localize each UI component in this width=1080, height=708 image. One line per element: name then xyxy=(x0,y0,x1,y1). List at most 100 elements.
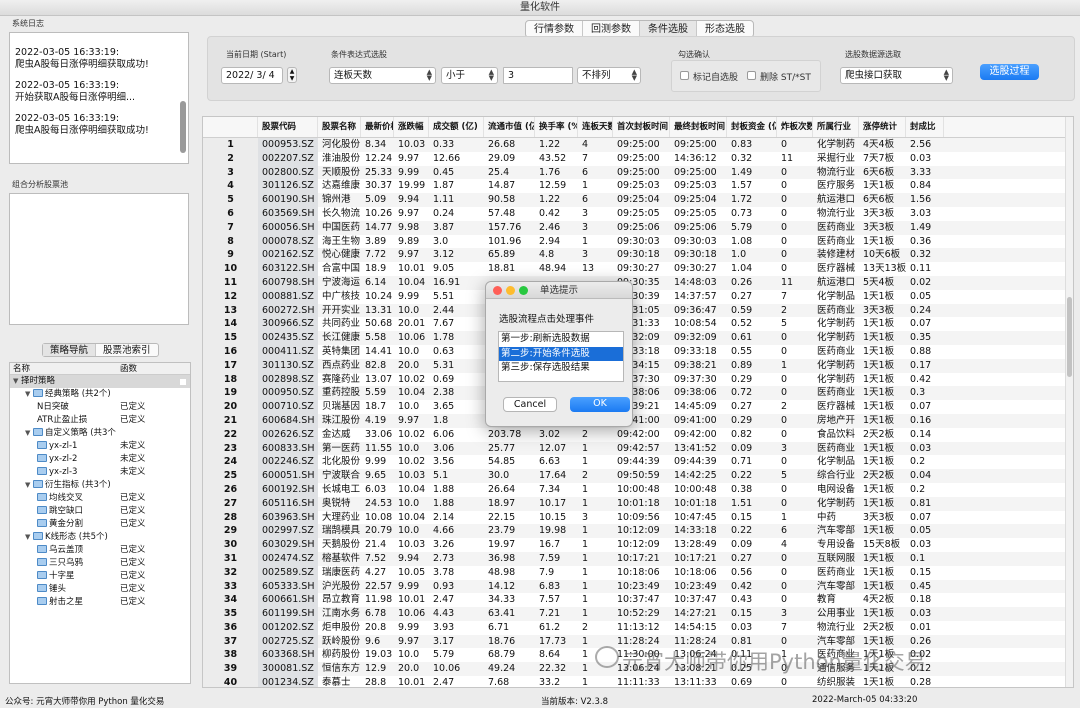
source-select[interactable]: 爬虫接口获取 ▲ ▼ xyxy=(840,67,953,84)
select-process-button[interactable]: 选股过程 xyxy=(980,64,1039,80)
tree-node[interactable]: 锤头 已定义 xyxy=(10,583,190,596)
table-scrollbar[interactable] xyxy=(1065,117,1073,687)
tree-node[interactable]: 均线交叉 已定义 xyxy=(10,492,190,505)
tree-node[interactable]: 乌云盖顶 已定义 xyxy=(10,544,190,557)
table-row[interactable]: 22 002626.SZ 金达威 33.06 10.02 6.06 203.78 3.02 2 0… xyxy=(203,427,1073,442)
table-row[interactable]: 11 600798.SH 宁波海运 6.14 10.04 16.91 09:30:35 14:… xyxy=(203,275,1073,290)
tree-node[interactable]: ▼ 衍生指标 (共3个) xyxy=(10,479,190,492)
table-row[interactable]: 21 600684.SH 珠江股份 4.19 9.97 1.8 09:41:00 09:41:… xyxy=(203,413,1073,428)
cond-sort-select[interactable]: 不排列 ▲ ▼ xyxy=(577,67,641,84)
table-row[interactable]: 18 002898.SZ 赛隆药业 13.07 10.02 0.69 09:37:30 09:… xyxy=(203,372,1073,387)
tree-node[interactable]: yx-zl-3 未定义 xyxy=(10,466,190,479)
tree-node[interactable]: ▼ 经典策略 (共2个) xyxy=(10,388,190,401)
table-row[interactable]: 3 002800.SZ 天顺股份 25.33 9.99 0.45 25.4 1.76 6 09:2… xyxy=(203,165,1073,180)
table-row[interactable]: 30 603029.SH 天鹅股份 21.4 10.03 3.26 19.97 16.7 1 10… xyxy=(203,538,1073,552)
tab-market-params[interactable]: 行情参数 xyxy=(526,21,583,37)
cond-field-select[interactable]: 连板天数 ▲ ▼ xyxy=(329,67,436,84)
tab-strategy-nav[interactable]: 策略导航 xyxy=(43,344,97,356)
stock-pool-list[interactable] xyxy=(9,193,189,325)
table-row[interactable]: 19 000950.SZ 重药控股 5.59 10.04 2.38 09:38:06 09:3… xyxy=(203,386,1073,401)
table-row[interactable]: 2 002207.SZ 淮油股份 12.24 9.97 12.66 29.09 43.52 7 0… xyxy=(203,151,1073,166)
col-header[interactable]: 换手率 (%) xyxy=(535,117,578,137)
tab-pattern-select[interactable]: 形态选股 xyxy=(697,21,753,37)
tree-node[interactable]: 跳空缺口 已定义 xyxy=(10,505,190,518)
tree-node[interactable]: 三只乌鸦 已定义 xyxy=(10,557,190,570)
dialog-option[interactable]: 第二步:开始条件选股 xyxy=(499,346,623,361)
minimize-icon[interactable] xyxy=(506,286,515,295)
table-row[interactable]: 14 300966.SZ 共同药业 50.68 20.01 7.67 09:31:33 10:… xyxy=(203,317,1073,332)
tree-node[interactable]: ATR止盈止损 已定义 xyxy=(10,414,190,427)
cond-value-input[interactable]: 3 xyxy=(503,67,573,84)
mark-watchlist-checkbox[interactable] xyxy=(680,71,689,80)
table-row[interactable]: 7 600056.SH 中国医药 14.77 9.98 3.87 157.76 2.46 3 09… xyxy=(203,220,1073,235)
col-header[interactable]: 连板天数 xyxy=(578,117,613,137)
table-row[interactable]: 25 600051.SH 宁波联合 9.65 10.03 5.1 30.0 17.64 2 09:… xyxy=(203,469,1073,483)
cond-op-select[interactable]: 小于 ▲ ▼ xyxy=(441,67,498,84)
col-header[interactable]: 流通市值 (亿) xyxy=(484,117,535,137)
table-row[interactable]: 33 605333.SH 沪光股份 22.57 9.99 0.93 14.12 6.83 1 10… xyxy=(203,579,1073,594)
col-header[interactable] xyxy=(203,117,258,137)
date-input[interactable]: 2022/ 3/ 4 xyxy=(221,67,283,84)
cancel-button[interactable]: Cancel xyxy=(503,397,557,412)
remove-st-checkbox[interactable] xyxy=(747,71,756,80)
expand-triangle-icon[interactable]: ▼ xyxy=(25,388,33,401)
tree-node[interactable]: 黄金分割 已定义 xyxy=(10,518,190,531)
tree-node[interactable]: ▼ 择时策略 xyxy=(10,375,190,388)
dialog-option[interactable]: 第一步:刷新选股数据 xyxy=(499,332,623,347)
table-row[interactable]: 1 000953.SZ 河化股份 8.34 10.03 0.33 26.68 1.22 4 09:… xyxy=(203,138,1073,152)
expand-triangle-icon[interactable]: ▼ xyxy=(25,479,33,492)
table-row[interactable]: 36 001202.SZ 炬申股份 20.8 9.99 3.93 6.71 61.2 2 11:1… xyxy=(203,620,1073,635)
tree-node[interactable]: ▼ 自定义策略 (共3个 xyxy=(10,427,190,440)
table-row[interactable]: 20 000710.SZ 贝瑞基因 18.7 10.0 3.65 09:39:21 14:45… xyxy=(203,400,1073,414)
table-row[interactable]: 29 002997.SZ 瑞鹄模具 20.79 10.0 4.66 23.79 19.98 1 1… xyxy=(203,524,1073,539)
col-header[interactable]: 成交额 (亿) xyxy=(429,117,484,137)
table-row[interactable]: 26 600192.SH 长城电工 6.03 10.04 1.88 26.64 7.34 1 10… xyxy=(203,482,1073,497)
table-row[interactable]: 5 600190.SH 锦州港 5.09 9.94 1.11 90.58 1.22 6 09:25… xyxy=(203,193,1073,207)
tree-node[interactable]: 射击之星 已定义 xyxy=(10,596,190,609)
table-row[interactable]: 10 603122.SH 合富中国 18.9 10.01 9.05 18.81 48.94 13… xyxy=(203,262,1073,276)
close-icon[interactable] xyxy=(493,286,502,295)
table-row[interactable]: 28 603963.SH 大理药业 10.08 10.04 2.14 22.15 10.15 3… xyxy=(203,510,1073,525)
table-row[interactable]: 9 002162.SZ 悦心健康 7.72 9.97 3.12 65.89 4.8 3 09:30… xyxy=(203,248,1073,263)
table-row[interactable]: 32 002589.SZ 瑞康医药 4.27 10.05 3.78 48.98 7.9 1 10:… xyxy=(203,565,1073,580)
table-row[interactable]: 31 002474.SZ 榕基软件 7.52 9.94 2.73 36.98 7.59 1 10:… xyxy=(203,551,1073,566)
col-header[interactable]: 封板资金 (亿) xyxy=(727,117,777,137)
col-header[interactable]: 炸板次数 xyxy=(777,117,813,137)
tab-condition-select[interactable]: 条件选股 xyxy=(640,21,697,37)
table-row[interactable]: 12 000881.SZ 中广核技 10.24 9.99 5.51 09:30:39 14:3… xyxy=(203,289,1073,304)
table-row[interactable]: 34 600661.SH 昂立教育 11.98 10.01 2.47 34.33 7.57 1 1… xyxy=(203,593,1073,608)
table-row[interactable]: 23 600833.SH 第一医药 11.55 10.0 3.06 25.77 12.07 1 0… xyxy=(203,441,1073,456)
col-header[interactable]: 最终封板时间 xyxy=(670,117,727,137)
table-row[interactable]: 16 000411.SZ 英特集团 14.41 10.0 0.63 09:33:18 09:3… xyxy=(203,344,1073,359)
ok-button[interactable]: OK xyxy=(570,397,630,412)
tree-node[interactable]: ▼ K线形态 (共5个) xyxy=(10,531,190,544)
col-header[interactable]: 涨跌幅 xyxy=(394,117,429,137)
tree-node[interactable]: N日突破 已定义 xyxy=(10,401,190,414)
table-row[interactable]: 24 002246.SZ 北化股份 9.99 10.02 3.56 54.85 6.63 1 09… xyxy=(203,455,1073,470)
col-header[interactable]: 封成比 xyxy=(906,117,944,137)
col-header[interactable]: 涨停统计 xyxy=(859,117,906,137)
col-header[interactable]: 首次封板时间 xyxy=(613,117,670,137)
tab-backtest-params[interactable]: 回测参数 xyxy=(583,21,640,37)
dialog-option[interactable]: 第三步:保存选股结果 xyxy=(499,361,623,376)
expand-triangle-icon[interactable]: ▼ xyxy=(25,531,33,544)
col-header[interactable]: 最新价格 xyxy=(361,117,394,137)
date-stepper[interactable]: ▲ ▼ xyxy=(287,67,297,83)
table-row[interactable]: 8 000078.SZ 海王生物 3.89 9.89 3.0 101.96 2.94 1 09:3… xyxy=(203,234,1073,249)
zoom-icon[interactable] xyxy=(519,286,528,295)
tree-node[interactable]: 十字星 已定义 xyxy=(10,570,190,583)
expand-triangle-icon[interactable]: ▼ xyxy=(25,427,33,440)
table-row[interactable]: 35 601199.SH 江南水务 6.78 10.06 4.43 63.41 7.21 1 10… xyxy=(203,607,1073,621)
table-row[interactable]: 40 001234.SZ 泰慕士 28.8 10.01 2.47 7.68 33.2 1 11:1… xyxy=(203,676,1073,687)
table-row[interactable]: 27 605116.SH 奥锐特 24.53 10.0 1.88 18.97 10.17 1 10… xyxy=(203,496,1073,511)
col-header[interactable]: 所属行业 xyxy=(813,117,859,137)
tree-node[interactable]: yx-zl-2 未定义 xyxy=(10,453,190,466)
tab-pool-index[interactable]: 股票池索引 xyxy=(96,344,158,356)
expand-triangle-icon[interactable]: ▼ xyxy=(13,375,21,388)
col-header[interactable]: 股票名称 xyxy=(318,117,361,137)
table-row[interactable]: 13 600272.SH 开开实业 13.31 10.0 2.44 09:31:05 09:3… xyxy=(203,303,1073,318)
table-row[interactable]: 4 301126.SZ 达嘉维康 30.37 19.99 1.87 14.87 12.59 1 0… xyxy=(203,179,1073,194)
table-row[interactable]: 15 002435.SZ 长江健康 5.58 10.06 1.78 09:32:09 09:3… xyxy=(203,331,1073,345)
log-scrollbar[interactable] xyxy=(180,101,186,153)
table-row[interactable]: 17 301130.SZ 西点药业 82.8 20.0 5.31 09:34:15 09:38… xyxy=(203,358,1073,373)
